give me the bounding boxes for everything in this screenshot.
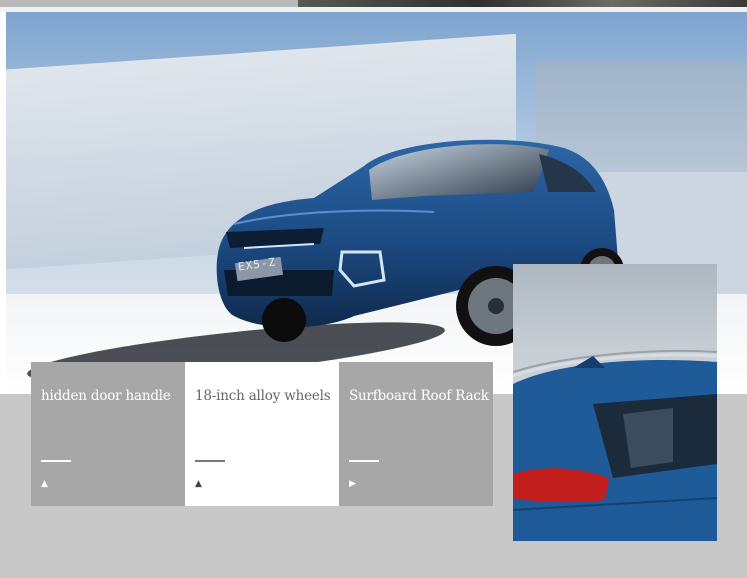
tab-rule: [41, 460, 71, 462]
right-arrow-icon: ▶: [349, 479, 356, 489]
tab-hidden-door-handle[interactable]: hidden door handle ▲: [31, 362, 185, 506]
up-arrow-icon: ▲: [195, 479, 202, 489]
tab-rule: [349, 460, 379, 462]
tab-label: 18-inch alloy wheels: [195, 388, 331, 404]
tab-surfboard-roof-rack[interactable]: Surfboard Roof Rack ▶: [339, 362, 493, 506]
top-strip-gray: [0, 0, 298, 7]
tab-label: hidden door handle: [41, 388, 171, 404]
detail-image: [513, 264, 717, 541]
top-strip: [0, 0, 747, 12]
roof-rack-detail-image: [513, 350, 717, 541]
tab-rule: [195, 460, 225, 462]
tab-alloy-wheels[interactable]: 18-inch alloy wheels ▲: [185, 362, 339, 506]
feature-tabs: hidden door handle ▲ 18-inch alloy wheel…: [31, 362, 493, 506]
up-arrow-icon: ▲: [41, 479, 48, 489]
top-strip-image-edge: [298, 0, 747, 7]
tab-label: Surfboard Roof Rack: [349, 388, 489, 404]
